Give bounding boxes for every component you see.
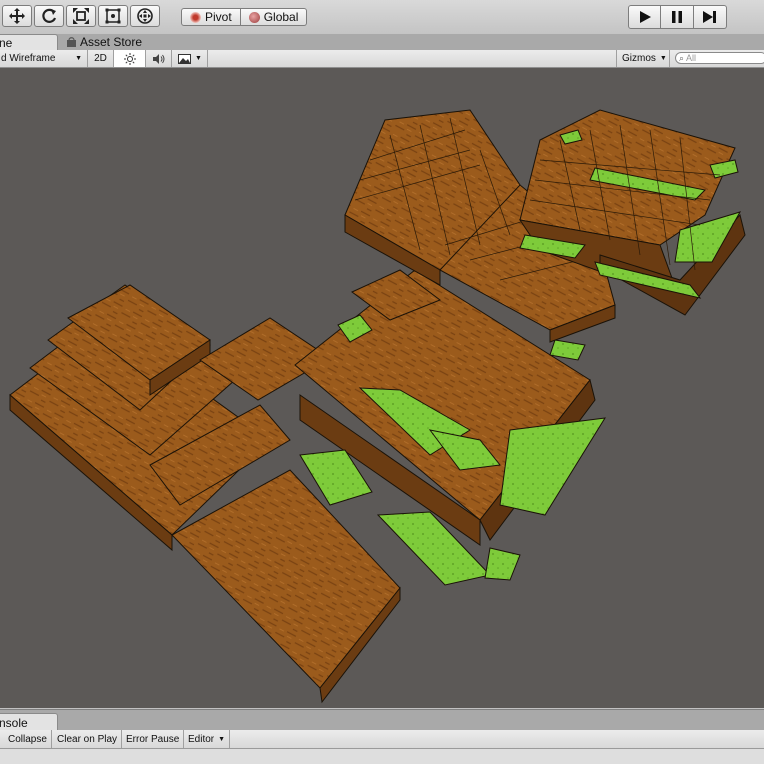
scene-render xyxy=(9,109,746,704)
audio-toggle-button[interactable] xyxy=(146,50,172,67)
toggle-2d-label: 2D xyxy=(94,53,107,64)
speaker-icon xyxy=(152,53,164,64)
playback-controls xyxy=(628,5,727,29)
image-icon xyxy=(178,53,191,64)
editor-dropdown[interactable]: Editor ▼ xyxy=(184,730,231,748)
draw-mode-label: d Wireframe xyxy=(1,53,56,64)
toggle-2d-button[interactable]: 2D xyxy=(88,50,114,67)
lighting-toggle-button[interactable] xyxy=(114,50,146,67)
console-log-area xyxy=(0,749,764,764)
console-toolbar: Collapse Clear on Play Error Pause Edito… xyxy=(0,730,764,749)
effects-dropdown[interactable]: ▼ xyxy=(172,50,208,67)
global-label: Global xyxy=(263,10,299,24)
main-toolbar: Pivot Global xyxy=(0,0,764,35)
tab-scene[interactable]: ne xyxy=(0,34,58,50)
scene-toolbar: d Wireframe ▼ 2D ▼ Gizmos ▼ ⌕ All xyxy=(0,50,764,68)
transform-tool-button[interactable] xyxy=(130,5,160,27)
scale-icon xyxy=(73,8,89,24)
left-lower-slab xyxy=(171,469,401,689)
tab-asset-store-label: Asset Store xyxy=(80,35,143,49)
rect-icon xyxy=(105,8,121,24)
global-button[interactable]: Global xyxy=(240,8,308,26)
editor-label: Editor xyxy=(188,733,215,745)
grass-cube-right xyxy=(549,339,586,361)
globe-icon xyxy=(248,11,260,23)
transform-icon xyxy=(137,8,153,24)
pivot-toggle-group: Pivot Global xyxy=(181,8,308,26)
console-tabbar: nsole xyxy=(0,709,764,731)
draw-mode-dropdown[interactable]: d Wireframe ▼ xyxy=(0,50,88,67)
window-tabbar: ne Asset Store xyxy=(0,34,764,50)
pivot-button[interactable]: Pivot xyxy=(181,8,241,26)
pivot-label: Pivot xyxy=(205,10,232,24)
chevron-down-icon: ▼ xyxy=(195,55,202,62)
gizmos-dropdown[interactable]: Gizmos ▼ xyxy=(616,50,670,67)
rotate-tool-button[interactable] xyxy=(34,5,64,27)
gizmos-label: Gizmos xyxy=(622,53,656,64)
rect-tool-button[interactable] xyxy=(98,5,128,27)
play-button[interactable] xyxy=(628,5,661,29)
pause-button[interactable] xyxy=(661,5,694,29)
chevron-down-icon: ▼ xyxy=(659,55,667,62)
tab-scene-label: ne xyxy=(0,35,13,50)
grass-tile-small xyxy=(484,547,521,581)
pause-icon xyxy=(672,11,682,23)
sun-icon xyxy=(123,52,136,65)
error-pause-label: Error Pause xyxy=(126,733,180,745)
scene-viewport[interactable] xyxy=(0,68,764,708)
pivot-icon xyxy=(190,11,201,23)
chevron-down-icon: ▼ xyxy=(75,55,82,62)
scene-search-input[interactable]: ⌕ All xyxy=(675,52,764,64)
play-icon xyxy=(639,11,651,23)
collapse-button[interactable]: Collapse xyxy=(4,730,52,748)
transform-tools xyxy=(2,5,162,29)
search-placeholder: All xyxy=(686,53,697,63)
search-icon: ⌕ xyxy=(679,52,685,63)
scale-tool-button[interactable] xyxy=(66,5,96,27)
chevron-down-icon: ▼ xyxy=(218,735,226,743)
rotate-icon xyxy=(42,8,57,23)
collapse-label: Collapse xyxy=(8,733,47,745)
grass-strip-right xyxy=(499,417,606,516)
shopping-bag-icon xyxy=(67,37,76,47)
clear-on-play-label: Clear on Play xyxy=(57,733,118,745)
clear-on-play-button[interactable]: Clear on Play xyxy=(53,730,123,748)
tab-console-label: nsole xyxy=(0,715,28,730)
step-icon xyxy=(703,11,716,23)
move-tool-button[interactable] xyxy=(2,5,32,27)
move-icon xyxy=(9,8,25,24)
tab-console[interactable]: nsole xyxy=(0,713,58,731)
tab-asset-store[interactable]: Asset Store xyxy=(66,34,142,50)
step-button[interactable] xyxy=(694,5,727,29)
error-pause-button[interactable]: Error Pause xyxy=(122,730,185,748)
